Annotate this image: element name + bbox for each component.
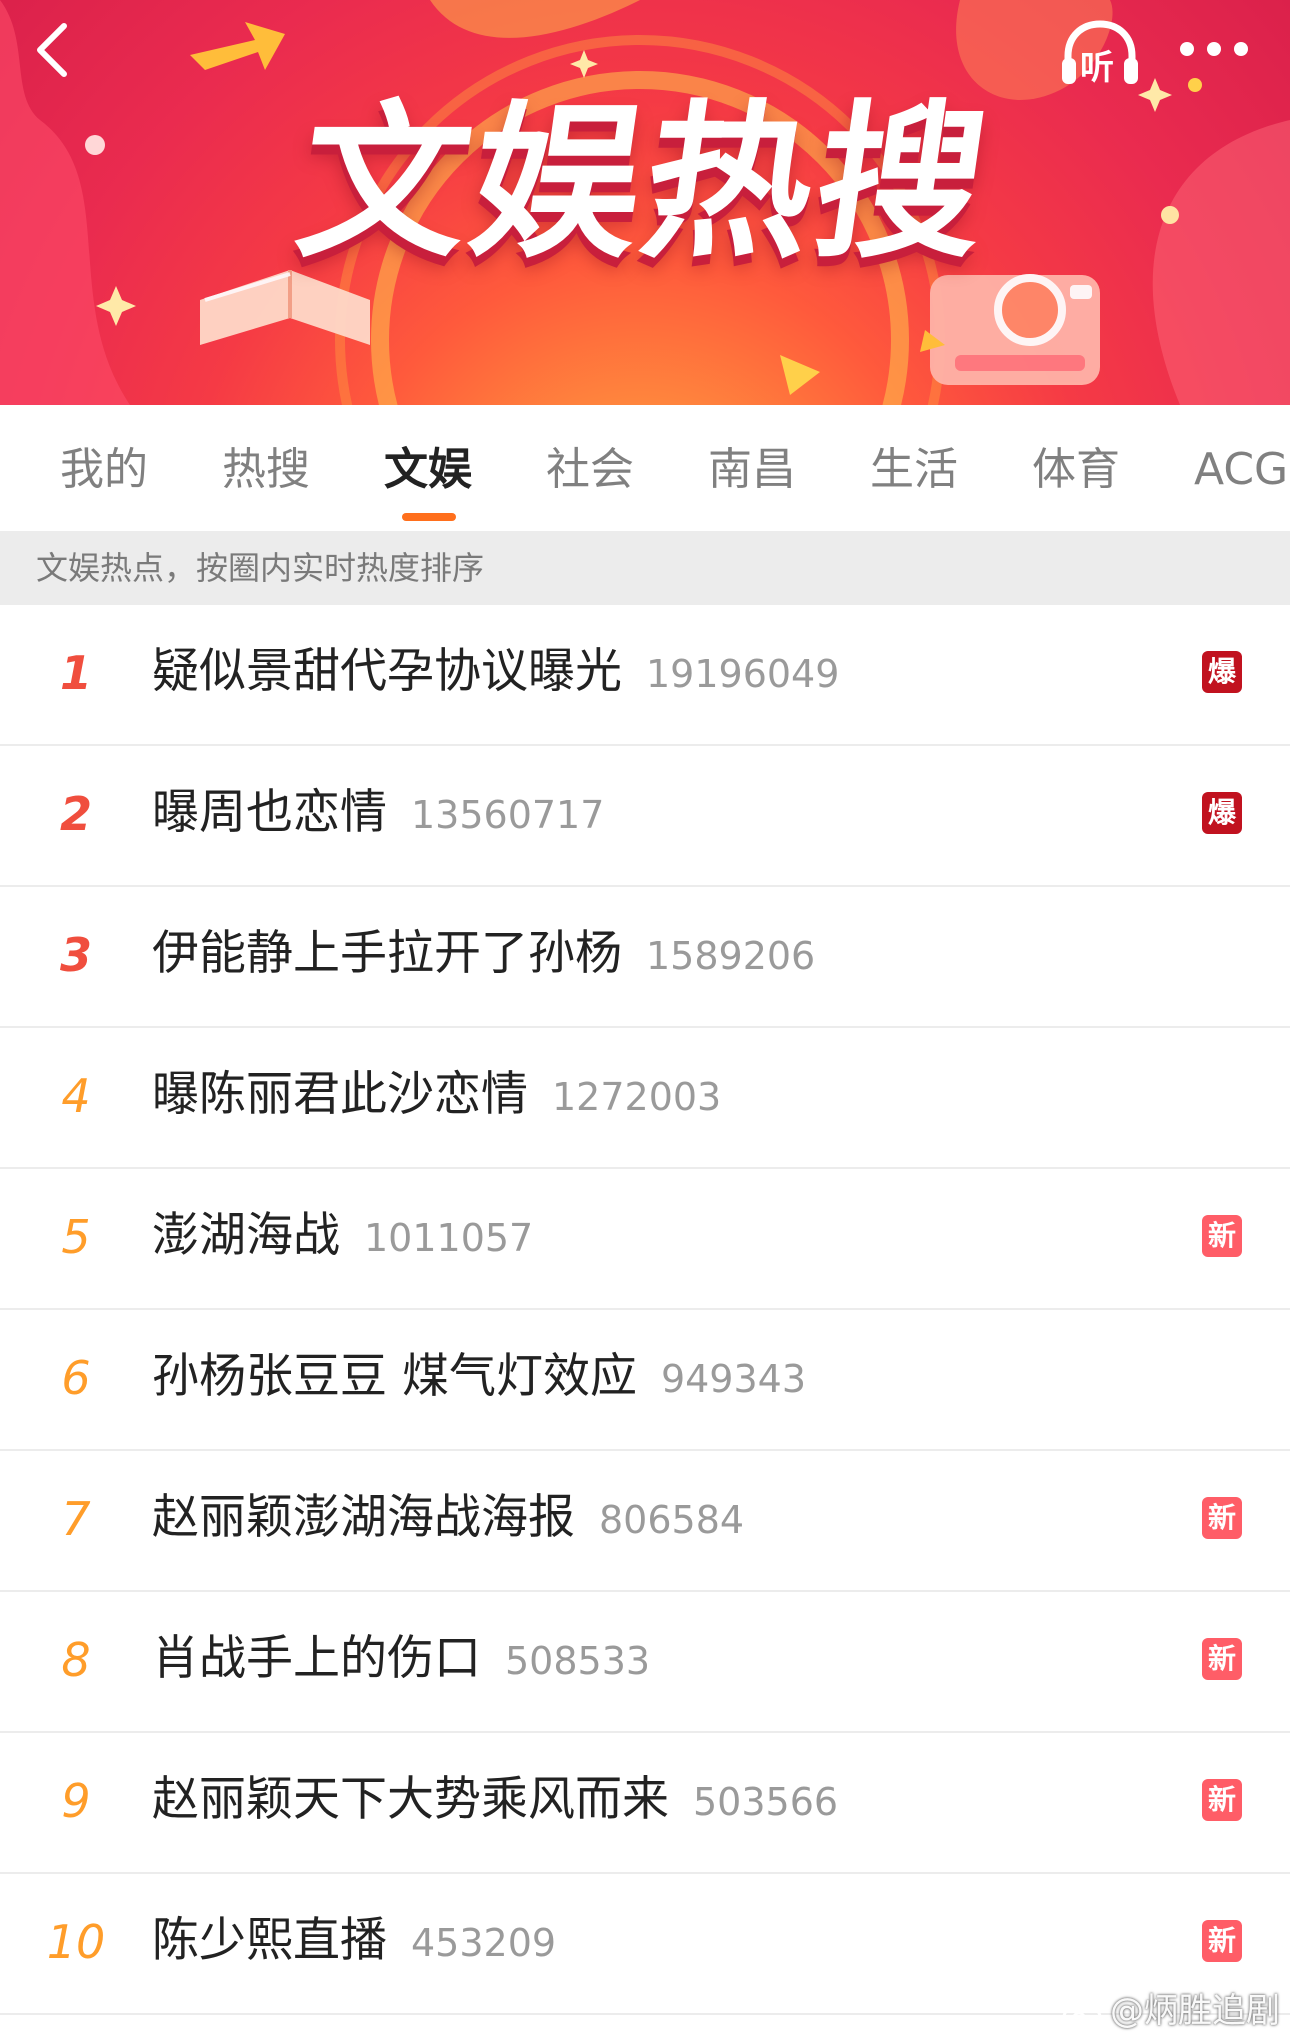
heat-count: 13560717 (411, 793, 605, 837)
topic-container: 疑似景甜代孕协议曝光 19196049 (152, 639, 839, 707)
topic-container: 孙杨张豆豆 煤气灯效应 949343 (152, 1344, 806, 1412)
new-badge: 新 (1202, 1638, 1242, 1680)
section-subtitle: 文娱热点，按圈内实时热度排序 (36, 549, 485, 587)
hero-banner: 文娱热搜 听 (0, 0, 1290, 405)
heat-count: 1589206 (646, 934, 816, 978)
tab-entertainment[interactable]: 文娱 (384, 435, 472, 505)
back-button[interactable] (22, 18, 86, 82)
topic-container: 澎湖海战 1011057 (152, 1203, 533, 1271)
rank-number: 10 (46, 1915, 106, 1969)
topic-container: 曝周也恋情 13560717 (152, 780, 604, 848)
topic-title: 澎湖海战 (152, 1208, 340, 1263)
rank-number: 6 (61, 1351, 91, 1405)
rank-number: 8 (61, 1633, 91, 1687)
hot-badge: 爆 (1202, 651, 1242, 693)
topic-title: 曝陈丽君此沙恋情 (152, 1067, 528, 1122)
topic-container: 肖战手上的伤口 508533 (152, 1626, 650, 1694)
new-badge: 新 (1202, 1779, 1242, 1821)
tab-nanchang[interactable]: 南昌 (708, 435, 796, 505)
topic-title: 肖战手上的伤口 (152, 1631, 481, 1686)
heat-count: 503566 (693, 1780, 839, 1824)
banner-title: 文娱热搜 (287, 85, 1003, 281)
tab-hot-search[interactable]: 热搜 (222, 435, 310, 505)
more-dots-icon (1180, 42, 1194, 56)
topic-container: 伊能静上手拉开了孙杨 1589206 (152, 921, 815, 989)
list-item[interactable]: 2 曝周也恋情 13560717 爆 (0, 746, 1290, 887)
topic-title: 曝周也恋情 (152, 785, 387, 840)
listen-button[interactable]: 听 (1058, 18, 1142, 88)
weibo-logo-icon (1062, 1999, 1104, 2030)
more-dots-icon (1234, 42, 1248, 56)
rank-number: 9 (61, 1774, 91, 1828)
heat-count: 19196049 (646, 652, 840, 696)
rank-number: 1 (59, 646, 92, 700)
watermark-text: @炳胜追剧 (1110, 1991, 1280, 2031)
topic-title: 疑似景甜代孕协议曝光 (152, 644, 622, 699)
new-badge: 新 (1202, 1920, 1242, 1962)
hot-badge: 爆 (1202, 792, 1242, 834)
list-item[interactable]: 1 疑似景甜代孕协议曝光 19196049 爆 (0, 605, 1290, 746)
list-item[interactable]: 3 伊能静上手拉开了孙杨 1589206 (0, 887, 1290, 1028)
list-item[interactable]: 6 孙杨张豆豆 煤气灯效应 949343 (0, 1310, 1290, 1451)
active-tab-indicator (402, 513, 456, 521)
heat-count: 806584 (599, 1498, 745, 1542)
list-item[interactable]: 4 曝陈丽君此沙恋情 1272003 (0, 1028, 1290, 1169)
heat-count: 453209 (411, 1921, 557, 1965)
watermark: @炳胜追剧 (1062, 1983, 1280, 2032)
rank-number: 4 (61, 1069, 91, 1123)
heat-count: 949343 (660, 1357, 807, 1401)
chevron-left-icon (37, 23, 67, 77)
list-item[interactable]: 9 赵丽颖天下大势乘风而来 503566 新 (0, 1733, 1290, 1874)
topic-container: 赵丽颖澎湖海战海报 806584 (152, 1485, 744, 1553)
rank-number: 3 (59, 928, 92, 982)
list-item[interactable]: 8 肖战手上的伤口 508533 新 (0, 1592, 1290, 1733)
tab-mine[interactable]: 我的 (60, 435, 148, 505)
topic-title: 赵丽颖澎湖海战海报 (152, 1490, 575, 1545)
heat-count: 1011057 (364, 1216, 534, 1260)
new-badge: 新 (1202, 1497, 1242, 1539)
topic-title: 赵丽颖天下大势乘风而来 (152, 1772, 669, 1827)
hot-search-list: 1 疑似景甜代孕协议曝光 19196049 爆 2 曝周也恋情 13560717 爆 3 伊能静上… (0, 605, 1290, 2015)
category-tabs: 我的 热搜 文娱 社会 南昌 生活 体育 ACG (0, 405, 1290, 531)
tab-sports[interactable]: 体育 (1032, 435, 1120, 505)
new-badge: 新 (1202, 1215, 1242, 1257)
heat-count: 508533 (505, 1639, 651, 1683)
topic-container: 赵丽颖天下大势乘风而来 503566 (152, 1767, 838, 1835)
topic-title: 孙杨张豆豆 煤气灯效应 (152, 1349, 637, 1404)
tab-life[interactable]: 生活 (870, 435, 958, 505)
list-item[interactable]: 5 澎湖海战 1011057 新 (0, 1169, 1290, 1310)
topic-container: 曝陈丽君此沙恋情 1272003 (152, 1062, 721, 1130)
rank-number: 2 (59, 787, 92, 841)
heat-count: 1272003 (552, 1075, 722, 1119)
rank-number: 5 (61, 1210, 91, 1264)
more-button[interactable] (1178, 30, 1250, 70)
topic-title: 陈少熙直播 (152, 1913, 387, 1968)
tab-society[interactable]: 社会 (546, 435, 634, 505)
more-dots-icon (1207, 42, 1221, 56)
topic-title: 伊能静上手拉开了孙杨 (152, 926, 622, 981)
tab-acg[interactable]: ACG (1194, 435, 1288, 505)
rank-number: 7 (61, 1492, 91, 1546)
topic-container: 陈少熙直播 453209 (152, 1908, 556, 1976)
listen-label: 听 (1080, 48, 1114, 88)
list-item[interactable]: 7 赵丽颖澎湖海战海报 806584 新 (0, 1451, 1290, 1592)
section-subtitle-bar: 文娱热点，按圈内实时热度排序 (0, 531, 1290, 605)
